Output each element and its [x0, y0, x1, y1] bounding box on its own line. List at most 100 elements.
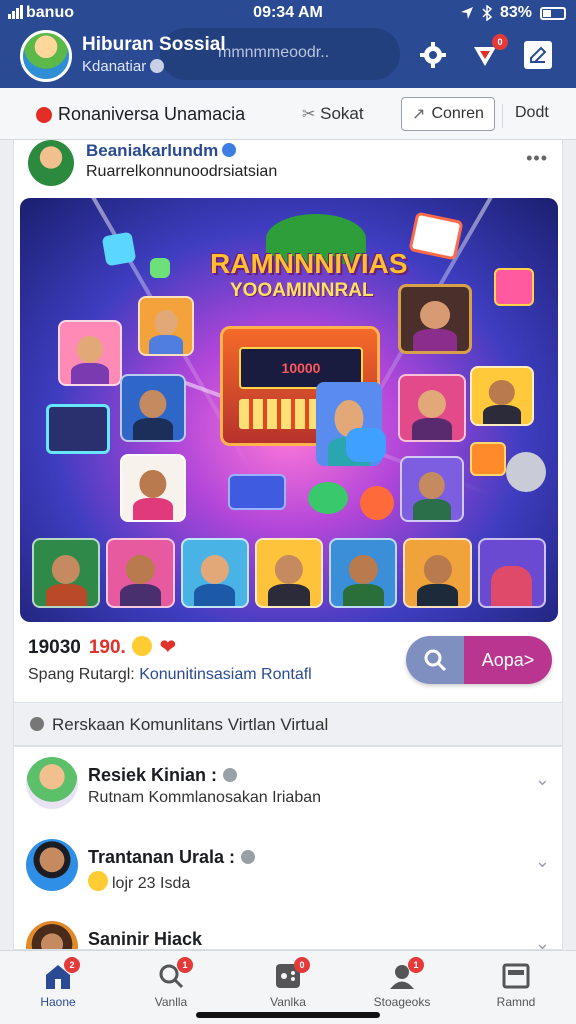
profile-avatar[interactable] [20, 30, 72, 82]
list-item[interactable]: Saninir Hiack ⌄ [14, 911, 562, 949]
nav-search[interactable]: 1 Vanlla [131, 957, 211, 1009]
avatar [26, 921, 78, 949]
app-subtitle: Kdanatiar [82, 58, 165, 75]
channel-bar: Ronaniversa Unamacia ✂ Sokat ↗ Conren Do… [0, 88, 576, 140]
share-link[interactable]: ✂ Sokat [302, 104, 364, 124]
nav-friends[interactable]: 1 Stoageoks [362, 957, 442, 1009]
friends-icon: 1 [386, 957, 424, 991]
notification-badge: 0 [492, 34, 508, 50]
community-link[interactable]: Konunitinsasiam Rontafl [139, 666, 312, 683]
list-item-desc: lojr 23 Isda [88, 871, 190, 893]
status-dot-icon [150, 59, 165, 73]
list-item[interactable]: Trantanan Urala : lojr 23 Isda ⌄ [14, 829, 562, 909]
app-icon [494, 268, 534, 306]
search-icon: 1 [155, 957, 193, 991]
avatar [26, 839, 78, 891]
list-item[interactable]: Resiek Kinian : Rutnam Kommlanosakan Iri… [14, 747, 562, 827]
connect-label: Conren [431, 105, 484, 122]
badge-icon [241, 850, 256, 864]
avatar-thumb [32, 538, 101, 608]
stat-count: 19030 [28, 637, 81, 658]
avatar-thumb [477, 538, 546, 608]
game-icon: 0 [272, 957, 310, 991]
nav-games[interactable]: 0 Vanlka [248, 957, 328, 1009]
open-button[interactable]: Aopa> [406, 636, 552, 684]
avatar-tile [120, 454, 186, 522]
channel-title[interactable]: Ronaniversa Unamacia [58, 104, 245, 125]
nav-menu[interactable]: Ramnd [476, 961, 556, 1009]
nav-label: Vanlka [270, 995, 306, 1009]
list-item-name: Saninir Hiack [88, 929, 203, 949]
edit-icon [530, 46, 547, 63]
avatar-tile [398, 374, 466, 442]
share-arrow-icon: ↗ [412, 106, 426, 123]
app-icon [470, 442, 506, 476]
settings-button[interactable] [418, 40, 448, 70]
avatar-strip [32, 538, 546, 608]
coin-icon [360, 486, 394, 520]
location-icon [460, 7, 473, 19]
menu-icon [500, 961, 532, 991]
verified-icon [222, 143, 237, 157]
compose-button[interactable] [524, 41, 552, 69]
search-icon [406, 636, 464, 684]
badge-icon [223, 768, 238, 782]
more-tab[interactable]: Dodt [502, 104, 549, 128]
section-title: Rerskaan Komunlitans Virtlan Virtual [52, 715, 329, 734]
nav-label: Haone [40, 995, 76, 1009]
nav-home[interactable]: 2 Haone [18, 957, 98, 1009]
post-card: Beaniakarlundm Ruarrelkonnunoodrsiatsian… [13, 140, 563, 702]
chevron-down-icon[interactable]: ⌄ [535, 851, 550, 872]
post-description: Ruarrelkonnunoodrsiatsian [86, 163, 278, 180]
section-icon [30, 717, 44, 731]
home-indicator[interactable] [196, 1012, 380, 1018]
chevron-down-icon[interactable]: ⌄ [535, 933, 550, 949]
list-item-desc: Rutnam Kommlanosakan Iriaban [88, 789, 322, 806]
avatar-thumb [180, 538, 249, 608]
photo-icon [408, 211, 464, 261]
open-label: Aopa> [464, 636, 552, 684]
app-icon [101, 231, 137, 267]
scissors-icon: ✂ [302, 106, 316, 123]
live-dot-icon [36, 107, 52, 123]
hero-image[interactable]: RAMNNNIVIAS YOOAMINNRAL 10000 [20, 198, 558, 622]
author-name[interactable]: Beaniakarlundm [86, 141, 237, 161]
battery-icon [540, 6, 566, 20]
stat-secondary: 190. [88, 637, 126, 658]
share-label: Sokat [320, 104, 364, 123]
app-icon [150, 258, 170, 278]
status-right: 83% [460, 4, 566, 22]
section-header: Rerskaan Komunlitans Virtlan Virtual [13, 702, 563, 746]
nav-badge: 1 [177, 957, 193, 973]
avatar-tile [138, 296, 194, 356]
monitor-icon [46, 404, 110, 454]
smile-icon[interactable] [131, 636, 152, 656]
app-header: mmnmmeoodr.. Hiburan Sossial Kdanatiar 0 [0, 26, 576, 88]
nav-label: Ramnd [496, 995, 536, 1009]
heart-icon[interactable]: ❤ [160, 637, 176, 658]
tv-tile [398, 284, 472, 354]
avatar-tile [400, 456, 464, 522]
battery-percent: 83% [499, 4, 532, 21]
author-avatar[interactable] [28, 140, 74, 186]
home-icon: 2 [42, 957, 80, 991]
bottom-nav: 2 Haone 1 Vanlla 0 Vanlka 1 Stoageoks Ra… [0, 950, 576, 1024]
chevron-down-icon[interactable]: ⌄ [535, 769, 550, 790]
gear-icon [420, 42, 446, 68]
hero-subtitle: YOOAMINNRAL [230, 280, 374, 301]
avatar-thumb [254, 538, 324, 608]
post-stats: 19030 190. ❤ [28, 636, 176, 659]
avatar-thumb [329, 538, 398, 608]
emoji-icon [88, 871, 108, 891]
avatar-tile [470, 366, 534, 426]
book-icon [228, 474, 286, 510]
more-options-icon[interactable]: ••• [526, 148, 548, 169]
avatar [26, 757, 78, 809]
notifications-button[interactable]: 0 [470, 34, 508, 70]
gamepad-icon [308, 482, 348, 514]
avatar-thumb [106, 538, 175, 608]
nav-label: Vanlla [154, 995, 188, 1009]
status-bar: banuo 09:34 AM 83% [0, 0, 576, 26]
app-title: Hiburan Sossial [82, 34, 226, 55]
connect-button[interactable]: ↗ Conren [401, 97, 495, 131]
